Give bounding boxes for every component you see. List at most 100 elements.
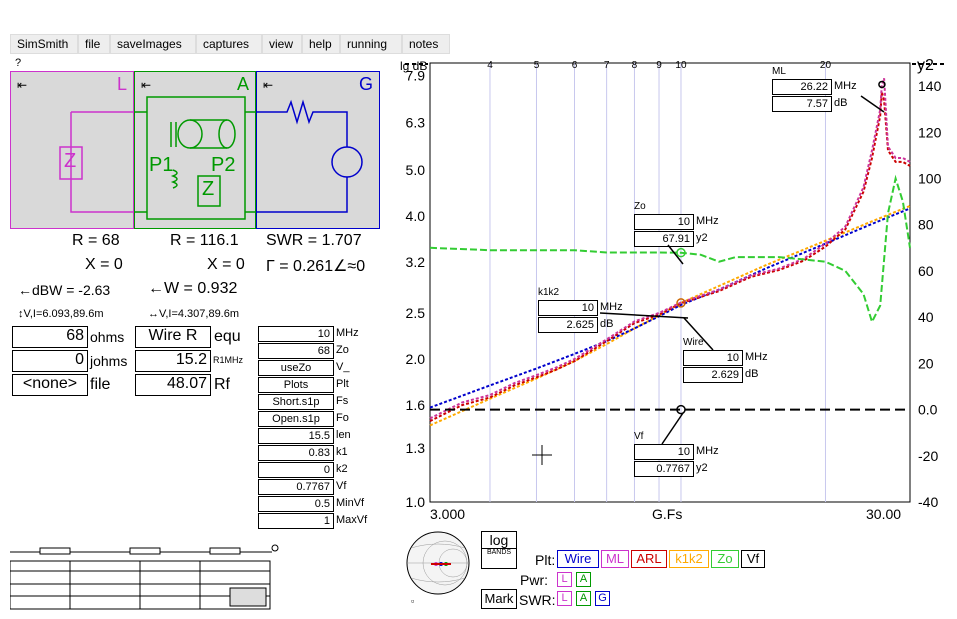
plot-toggle-ml[interactable]: ML (601, 550, 629, 568)
param-row-len: 15.5 len (258, 428, 370, 444)
x-tick-label-5: 5 (534, 60, 540, 71)
marker-wire-freq[interactable]: 10 (683, 350, 743, 366)
circuit-thumbnail-icon[interactable] (10, 544, 280, 610)
marker-vf-name: Vf (634, 431, 644, 442)
rf-input[interactable]: 48.07 (135, 374, 211, 396)
marker-wire-value[interactable]: 2.629 (683, 367, 743, 383)
y-left-tick-4: 4.0 (406, 208, 426, 224)
x-tick-label-20: 20 (820, 60, 832, 71)
wire-r-selector[interactable]: Wire R (135, 326, 211, 348)
param-value-vf[interactable]: 0.7767 (258, 479, 334, 495)
param-value-plt[interactable]: Plots (258, 377, 334, 393)
x-axis-max-label: 30.00 (866, 506, 902, 522)
plot-toggle-wire[interactable]: Wire (557, 550, 599, 568)
johms-input[interactable]: 0 (12, 350, 88, 372)
param-label-fs: Fs (336, 395, 349, 407)
plt-label: Plt: (535, 552, 556, 568)
plot-toggle-vf[interactable]: Vf (741, 550, 765, 568)
log-bands-button[interactable]: log BANDS (481, 531, 517, 569)
menu-simsmith[interactable]: SimSmith (10, 34, 78, 54)
param-value-k2[interactable]: 0 (258, 462, 334, 478)
menu-help[interactable]: help (302, 34, 340, 54)
load-vi-readout: ↕V,I=6.093,89.6m (18, 308, 104, 320)
param-value-fs[interactable]: Short.s1p (258, 394, 334, 410)
marker-zo-freq[interactable]: 10 (634, 214, 694, 230)
pwr-label: Pwr: (520, 572, 548, 588)
plot-toggle-arl[interactable]: ARL (631, 550, 667, 568)
y-left-tick-1.6: 1.6 (406, 397, 426, 413)
param-row-plt: Plots Plt (258, 377, 370, 393)
marker-k1k2-value[interactable]: 2.625 (538, 317, 598, 333)
param-row-vf: 0.7767 Vf (258, 479, 370, 495)
marker-vf-value-unit: y2 (696, 462, 708, 474)
menu-saveimages[interactable]: saveImages (110, 34, 196, 54)
param-value-k1[interactable]: 0.83 (258, 445, 334, 461)
adapter-p2-label: P2 (211, 154, 236, 176)
param-value-zo[interactable]: 68 (258, 343, 334, 359)
pwr-check-l[interactable]: L (557, 572, 572, 587)
plot-toggle-zo[interactable]: Zo (711, 550, 739, 568)
param-value-maxvf[interactable]: 1 (258, 513, 334, 529)
plot-toggle-k1k2[interactable]: k1k2 (669, 550, 709, 568)
marker-vf-value[interactable]: 0.7767 (634, 461, 694, 477)
param-value-v[interactable]: useZo (258, 360, 334, 376)
param-label-plt: Plt (336, 378, 349, 390)
y-right-tick--20: -20 (918, 448, 938, 464)
smith-corner-icon: ▫ (411, 596, 415, 606)
swr-readout: SWR = 1.707 (266, 232, 362, 249)
equ-label: equ (214, 328, 241, 345)
param-row-maxvf: 1 MaxVf (258, 513, 370, 529)
y-left-tick-1.3: 1.3 (406, 440, 426, 456)
swr-check-g[interactable]: G (595, 591, 610, 606)
menu-notes[interactable]: notes (402, 34, 450, 54)
param-value-len[interactable]: 15.5 (258, 428, 334, 444)
help-mark[interactable]: ? (15, 57, 21, 69)
load-file-label: file (90, 376, 111, 393)
param-label-zo: Zo (336, 344, 349, 356)
menu-running[interactable]: running (340, 34, 402, 54)
x-tick-label-10: 10 (675, 60, 687, 71)
adapter-x-readout: X = 0 (207, 256, 245, 273)
y-left-tick-5: 5.0 (406, 162, 426, 178)
x-axis-label: G.Fs (652, 506, 683, 522)
adapter-z-label: Z (202, 178, 215, 200)
swr-check-a[interactable]: A (576, 591, 591, 606)
adapter-block[interactable]: ⇤ A P1 P2 Z (134, 71, 257, 229)
marker-wire-value-unit: dB (745, 368, 759, 380)
ohms-input[interactable]: 68 (12, 326, 88, 348)
marker-ml-value[interactable]: 7.57 (772, 96, 832, 112)
param-value-minvf[interactable]: 0.5 (258, 496, 334, 512)
adapter-w-readout: ←W = 0.932 (148, 280, 238, 297)
load-block[interactable]: ⇤ L Z (10, 71, 134, 229)
param-label-k1: k1 (336, 446, 348, 458)
param-value-mhz[interactable]: 10 (258, 326, 334, 342)
pwr-check-a[interactable]: A (576, 572, 591, 587)
menu-view[interactable]: view (262, 34, 302, 54)
x-tick-label-9: 9 (656, 60, 662, 71)
param-label-k2: k2 (336, 463, 348, 475)
y-left-tick-6.3: 6.3 (406, 114, 426, 130)
marker-zo-value[interactable]: 67.91 (634, 231, 694, 247)
menu-file[interactable]: file (78, 34, 110, 54)
marker-ml-freq[interactable]: 26.22 (772, 79, 832, 95)
param-value-fo[interactable]: Open.s1p (258, 411, 334, 427)
menu-captures[interactable]: captures (196, 34, 262, 54)
marker-ml-name: ML (772, 66, 786, 77)
swr-check-l[interactable]: L (557, 591, 572, 606)
marker-k1k2-freq[interactable]: 10 (538, 300, 598, 316)
param-row-v: useZo V_ (258, 360, 370, 376)
generator-schematic-icon (257, 99, 363, 213)
smith-chart-thumbnail-icon[interactable] (403, 530, 473, 596)
y-right-tick-140: 140 (918, 78, 942, 94)
marker-wire-freq-unit: MHz (745, 351, 768, 363)
y-right-tick-40: 40 (918, 309, 934, 325)
r1mhz-input[interactable]: 15.2 (135, 350, 211, 372)
mark-button[interactable]: Mark (481, 589, 517, 609)
marker-vf-freq[interactable]: 10 (634, 444, 694, 460)
load-file-selector[interactable]: <none> (12, 374, 88, 396)
adapter-schematic-icon (135, 96, 257, 220)
y-left-tick-7.9: 7.9 (406, 68, 426, 84)
gamma-readout: Γ = 0.261∠≈0 (266, 258, 366, 275)
y-left-tick-3.2: 3.2 (406, 254, 426, 270)
generator-block[interactable]: ⇤ G (256, 71, 380, 229)
